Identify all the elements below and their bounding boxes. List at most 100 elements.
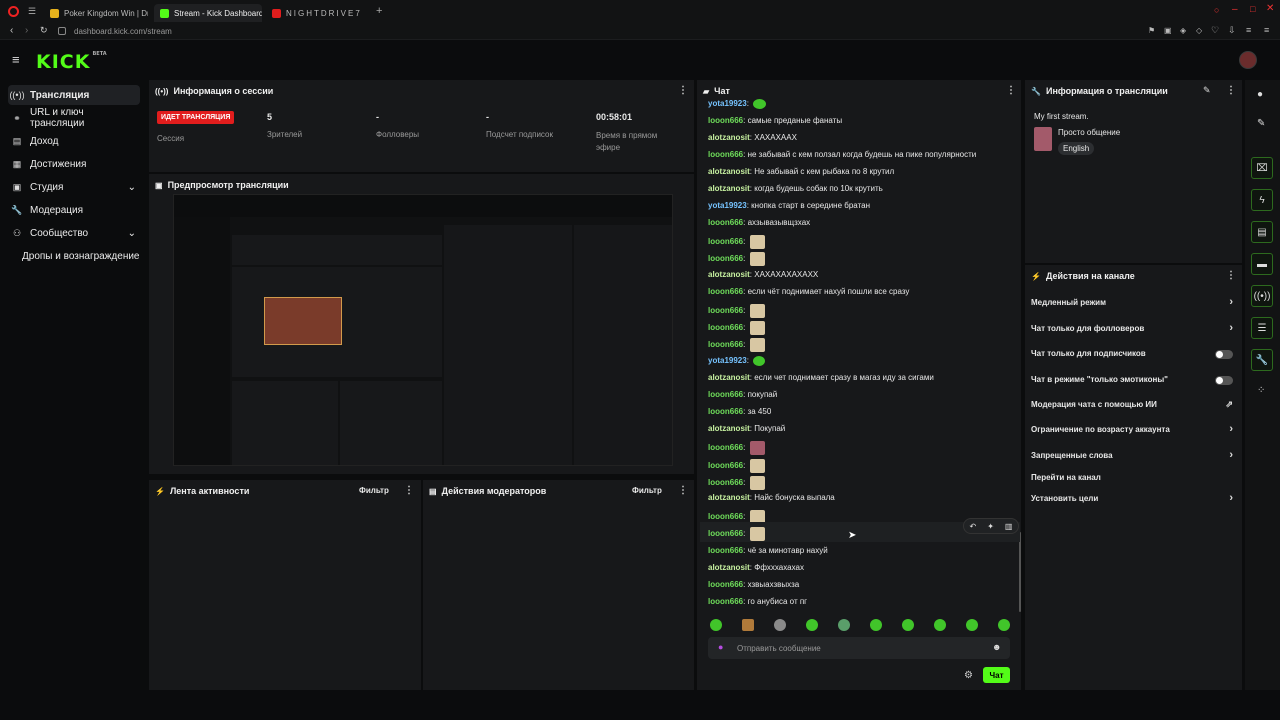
quick-action-slow-mode[interactable]: ϟ <box>1251 189 1273 211</box>
info-icon[interactable]: ● <box>1257 89 1263 100</box>
sidebar-item-revenue[interactable]: ▤ Доход <box>8 131 140 151</box>
emote-icon[interactable] <box>742 619 754 631</box>
search-icon[interactable]: ○ <box>1214 5 1219 15</box>
stream-info-menu-icon[interactable]: ⋮ <box>1226 85 1236 96</box>
reply-icon[interactable]: ↶ <box>970 522 977 531</box>
opera-icon[interactable] <box>8 6 19 17</box>
chat-menu-icon[interactable]: ⋮ <box>1006 85 1016 96</box>
heart-icon[interactable]: ♡ <box>1211 25 1219 36</box>
chat-message[interactable]: yota19923: кнопка старт в середине брата… <box>708 201 870 210</box>
chat-message[interactable]: looon666: <box>708 235 765 249</box>
sidebar-item-studio[interactable]: ▣ Студия ⌄ <box>8 177 140 197</box>
action-set-goals[interactable]: Установить цели › <box>1031 492 1233 508</box>
reload-icon[interactable]: ↻ <box>40 25 48 36</box>
chat-message[interactable]: looon666: не забывай с кем ползал когда … <box>708 150 976 159</box>
action-account-age[interactable]: Ограничение по возрасту аккаунта › <box>1031 423 1233 439</box>
close-icon[interactable]: ✕ <box>1266 3 1274 14</box>
site-info-icon[interactable] <box>58 27 66 35</box>
tabs-icon[interactable]: ☰ <box>28 6 36 17</box>
pin-icon[interactable]: ✦ <box>987 522 994 531</box>
emote-icon[interactable] <box>902 619 914 631</box>
chat-message[interactable]: looon666: ахзывазывщзхах <box>708 218 810 227</box>
emote-icon[interactable] <box>806 619 818 631</box>
mod-menu-icon[interactable]: ⋮ <box>678 485 688 496</box>
emote-icon[interactable] <box>838 619 850 631</box>
action-subscribers-only[interactable]: Чат только для подписчиков <box>1031 349 1233 363</box>
chat-message[interactable]: looon666: <box>708 304 765 318</box>
chat-message[interactable]: looon666: <box>708 441 765 455</box>
sidebar-item-url-key[interactable]: ⚭ URL и ключ трансляции <box>8 107 140 129</box>
stream-preview-video[interactable] <box>173 194 673 466</box>
emotes-only-toggle[interactable] <box>1215 376 1233 385</box>
sidebar-item-drops[interactable]: Дропы и вознаграждение <box>8 246 140 266</box>
quick-action-settings[interactable]: 🔧 <box>1251 349 1273 371</box>
activity-filter-button[interactable]: Фильтр <box>359 486 389 495</box>
url-field[interactable]: dashboard.kick.com/stream <box>74 27 172 36</box>
delete-icon[interactable]: ▥ <box>1005 522 1013 531</box>
session-menu-icon[interactable]: ⋮ <box>678 85 688 96</box>
back-icon[interactable]: ‹ <box>10 25 13 36</box>
chat-settings-icon[interactable]: ⚙ <box>964 670 973 681</box>
chat-scrollbar[interactable] <box>1019 532 1021 612</box>
chat-message[interactable]: looon666: покупай <box>708 390 777 399</box>
bookmark-icon[interactable]: ⚑ <box>1148 26 1155 35</box>
chat-message[interactable]: looon666: <box>708 476 765 490</box>
mod-filter-button[interactable]: Фильтр <box>632 486 662 495</box>
action-slow-mode[interactable]: Медленный режим › <box>1031 296 1233 312</box>
chat-message[interactable]: yota19923: <box>708 99 767 109</box>
download-icon[interactable]: ⇩ <box>1228 25 1236 36</box>
tab-nightdrive[interactable]: NIGHTDRIVE7 <box>266 4 370 22</box>
subscribers-only-toggle[interactable] <box>1215 350 1233 359</box>
quick-action-ads[interactable]: ☰ <box>1251 317 1273 339</box>
maximize-icon[interactable]: □ <box>1250 4 1255 14</box>
sidebar-item-moderation[interactable]: 🔧 Модерация <box>8 200 140 220</box>
hamburger-menu-icon[interactable]: ≡ <box>12 52 20 67</box>
tab-kick-dashboard[interactable]: Stream - Kick Dashboard <box>154 4 262 22</box>
avatar[interactable] <box>1239 51 1257 69</box>
action-emotes-only[interactable]: Чат в режиме "только эмотиконы" <box>1031 375 1233 389</box>
send-chat-button[interactable]: Чат <box>983 667 1010 683</box>
action-go-to-channel[interactable]: Перейти на канал <box>1031 473 1233 487</box>
chat-message[interactable]: alotzanosit: ХАХАХАХАХАХХ <box>708 270 818 279</box>
new-tab-button[interactable]: + <box>376 5 382 17</box>
chat-message[interactable]: alotzanosit: если чет поднимает сразу в … <box>708 373 934 382</box>
chat-message[interactable]: looon666: <box>708 459 765 473</box>
browser-settings-icon[interactable]: ≡ <box>1264 25 1269 35</box>
emote-icon[interactable] <box>966 619 978 631</box>
chat-message[interactable]: looon666: самые преданые фанаты <box>708 116 842 125</box>
chat-message[interactable]: alotzanosit: Не забывай с кем рыбака по … <box>708 167 894 176</box>
menu-icon[interactable]: ≡ <box>1246 25 1251 35</box>
emote-icon[interactable] <box>870 619 882 631</box>
extensions-icon[interactable]: ◇ <box>1196 26 1202 35</box>
quick-action-raid[interactable]: ((•)) <box>1251 285 1273 307</box>
chat-message[interactable]: looon666: чё за минотавр нахуй <box>708 546 828 555</box>
chat-message[interactable]: looon666: <box>708 527 765 541</box>
emote-icon[interactable] <box>774 619 786 631</box>
chat-message[interactable]: looon666: хзвыахзвыхза <box>708 580 799 589</box>
pencil-icon[interactable]: ✎ <box>1257 118 1265 129</box>
chat-message[interactable]: alotzanosit: ХАХАХААХ <box>708 133 797 142</box>
action-banned-words[interactable]: Запрещенные слова › <box>1031 449 1233 465</box>
sidebar-item-achievements[interactable]: ▦ Достижения <box>8 154 140 174</box>
kick-logo[interactable]: KICK BETA <box>36 51 107 73</box>
action-followers-only[interactable]: Чат только для фолловеров › <box>1031 322 1233 338</box>
chat-message[interactable]: alotzanosit: Найс бонуска выпала <box>708 493 835 502</box>
chat-message[interactable]: looon666: <box>708 252 765 266</box>
more-icon[interactable]: ⁘ <box>1257 385 1265 396</box>
shield-icon[interactable]: ◈ <box>1180 26 1186 35</box>
snapshot-icon[interactable]: ▣ <box>1164 26 1172 35</box>
minimize-icon[interactable]: – <box>1232 4 1238 15</box>
chat-message[interactable]: looon666: го анубиса от пг <box>708 597 807 606</box>
action-ai-moderation[interactable]: Модерация чата с помощью ИИ ⇗ <box>1031 399 1233 414</box>
chat-message[interactable]: looon666: за 450 <box>708 407 771 416</box>
chat-message[interactable]: looon666: если чёт поднимает нахуй пошли… <box>708 287 909 296</box>
forward-icon[interactable]: › <box>25 25 28 36</box>
tab-poker-kingdom[interactable]: Poker Kingdom Win | Drag <box>44 4 148 22</box>
emote-icon[interactable] <box>998 619 1010 631</box>
chat-message[interactable]: alotzanosit: Ффхххахахах <box>708 563 804 572</box>
quick-action-clear-chat[interactable]: ⌧ <box>1251 157 1273 179</box>
sidebar-item-broadcast[interactable]: ((•)) Трансляция <box>8 85 140 105</box>
chat-message[interactable]: alotzanosit: когда будешь собак по 10к к… <box>708 184 883 193</box>
activity-menu-icon[interactable]: ⋮ <box>404 485 414 496</box>
quick-action-subscribers[interactable]: ▤ <box>1251 221 1273 243</box>
